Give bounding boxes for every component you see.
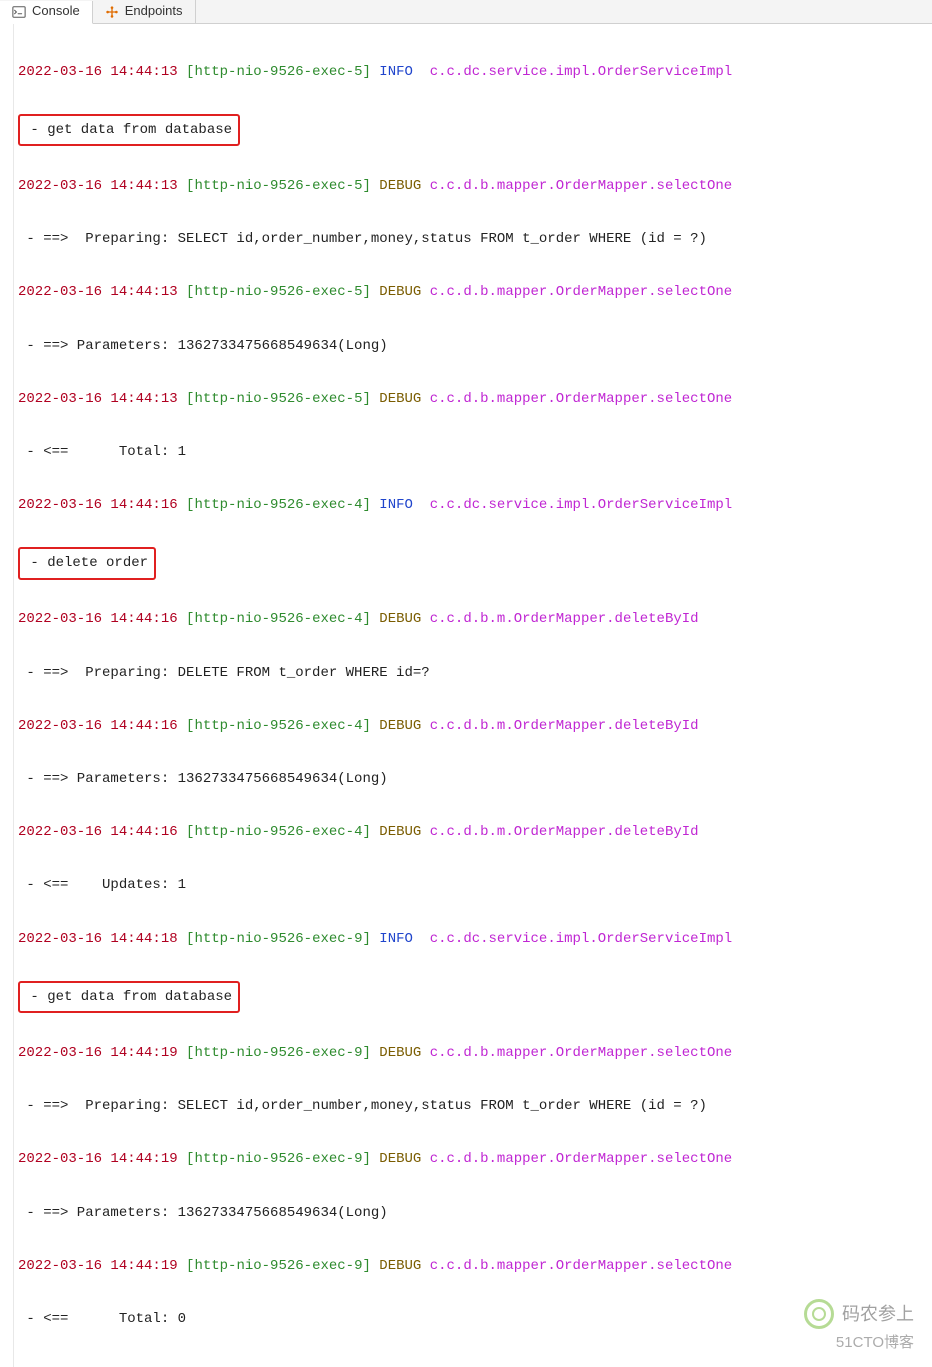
log-line: - ==> Parameters: 1362733475668549634(Lo…: [4, 333, 932, 360]
tab-console[interactable]: Console: [0, 1, 93, 24]
log-line: - ==> Preparing: SELECT id,order_number,…: [4, 226, 932, 253]
console-icon: [12, 5, 26, 19]
log-line: 2022-03-16 14:44:18 [http-nio-9526-exec-…: [4, 926, 932, 953]
log-line: - <== Total: 0: [4, 1306, 932, 1333]
watermark-author-text: 码农参上: [842, 1297, 914, 1331]
tab-endpoints-label: Endpoints: [125, 0, 183, 24]
log-line: 2022-03-16 14:44:13 [http-nio-9526-exec-…: [4, 386, 932, 413]
watermark-logo-icon: [804, 1299, 834, 1329]
log-line: 2022-03-16 14:44:16 [http-nio-9526-exec-…: [4, 713, 932, 740]
log-line: - ==> Parameters: 1362733475668549634(Lo…: [4, 766, 932, 793]
log-line: 2022-03-16 14:44:16 [http-nio-9526-exec-…: [4, 492, 932, 519]
log-line: 2022-03-16 14:44:19 [http-nio-9526-exec-…: [4, 1146, 932, 1173]
log-line: 2022-03-16 14:44:19 [http-nio-9526-exec-…: [4, 1253, 932, 1280]
log-line: - delete order: [4, 545, 932, 580]
log-line: - get data from database: [4, 112, 932, 147]
log-line: 2022-03-16 14:44:16 [http-nio-9526-exec-…: [4, 606, 932, 633]
tab-bar: Console Endpoints: [0, 0, 932, 24]
endpoints-icon: [105, 5, 119, 19]
log-line: - get data from database: [4, 979, 932, 1014]
log-line: - ==> Preparing: SELECT id,order_number,…: [4, 1093, 932, 1120]
log-line: - <== Updates: 1: [4, 872, 932, 899]
log-line: - <== Total: 1: [4, 439, 932, 466]
gutter: [0, 24, 14, 1367]
tab-console-label: Console: [32, 0, 80, 24]
log-line: - ==> Parameters: 1362733475668549634(Lo…: [4, 1200, 932, 1227]
log-line: 2022-03-16 14:44:13 [http-nio-9526-exec-…: [4, 173, 932, 200]
log-line: 2022-03-16 14:44:19 [http-nio-9526-exec-…: [4, 1040, 932, 1067]
console-output[interactable]: 2022-03-16 14:44:13 [http-nio-9526-exec-…: [0, 24, 932, 1367]
highlight-box: - delete order: [18, 547, 156, 580]
log-line: 2022-03-16 14:44:13 [http-nio-9526-exec-…: [4, 59, 932, 86]
watermark-author: 码农参上: [804, 1297, 914, 1331]
log-line: - ==> Preparing: DELETE FROM t_order WHE…: [4, 660, 932, 687]
highlight-box: - get data from database: [18, 114, 240, 147]
log-line: 2022-03-16 14:44:13 [http-nio-9526-exec-…: [4, 279, 932, 306]
highlight-box: - get data from database: [18, 981, 240, 1014]
tab-endpoints[interactable]: Endpoints: [93, 0, 196, 23]
log-line: 2022-03-16 14:44:16 [http-nio-9526-exec-…: [4, 819, 932, 846]
watermark-site: 51CTO博客: [836, 1329, 914, 1358]
